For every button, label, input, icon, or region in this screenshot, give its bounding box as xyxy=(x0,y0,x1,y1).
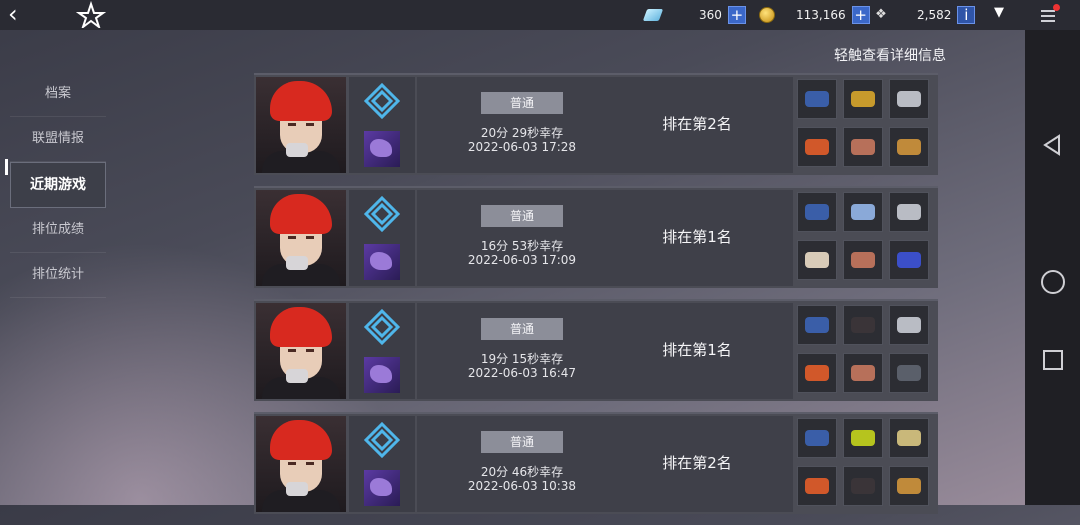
character-portrait xyxy=(256,303,346,399)
equipment-item-icon[interactable] xyxy=(889,127,929,167)
equipment-item-icon[interactable] xyxy=(889,353,929,393)
crest-resource: ❖ 2,582 i xyxy=(873,4,976,26)
add-gem-button[interactable]: + xyxy=(727,6,746,24)
coin-resource: 113,166 + xyxy=(759,4,870,26)
companion-icon xyxy=(364,357,400,393)
survival-time: 19分 15秒幸存 xyxy=(480,352,564,366)
equipment-item-icon[interactable] xyxy=(797,305,837,345)
match-list: 普通 20分 29秒幸存 2022-06-03 17:28 排在第2名 普通 1… xyxy=(254,73,938,525)
match-info: 普通 20分 29秒幸存 2022-06-03 17:28 排在第2名 xyxy=(417,77,793,173)
match-badges xyxy=(349,190,415,286)
gem-icon xyxy=(642,9,664,21)
equipment-item-icon[interactable] xyxy=(889,192,929,232)
notification-dot xyxy=(1053,4,1060,11)
survival-time: 20分 46秒幸存 xyxy=(480,465,564,479)
crest-count: 2,582 xyxy=(917,8,952,22)
item-grid xyxy=(797,79,933,171)
equipment-item-icon[interactable] xyxy=(843,240,883,280)
match-timestamp: 2022-06-03 17:09 xyxy=(467,253,577,267)
match-timestamp: 2022-06-03 16:47 xyxy=(467,366,577,380)
equipment-item-icon[interactable] xyxy=(843,353,883,393)
top-bar: ‹ 360 + 113,166 + ❖ 2,582 i ▼ xyxy=(0,0,1080,30)
equipment-item-icon[interactable] xyxy=(843,305,883,345)
item-grid xyxy=(797,418,933,510)
equipment-item-icon[interactable] xyxy=(889,79,929,119)
equipment-item-icon[interactable] xyxy=(797,127,837,167)
character-portrait xyxy=(256,416,346,512)
equipment-item-icon[interactable] xyxy=(797,240,837,280)
match-row[interactable]: 普通 16分 53秒幸存 2022-06-03 17:09 排在第1名 xyxy=(254,186,938,288)
sidebar-item-ranked-stats[interactable]: 排位统计 xyxy=(10,253,106,298)
equipment-item-icon[interactable] xyxy=(797,418,837,458)
character-portrait xyxy=(256,77,346,173)
match-row[interactable]: 普通 19分 15秒幸存 2022-06-03 16:47 排在第1名 xyxy=(254,299,938,401)
companion-icon xyxy=(364,470,400,506)
placement-rank: 排在第2名 xyxy=(662,454,732,472)
match-timestamp: 2022-06-03 10:38 xyxy=(467,479,577,493)
crest-icon: ❖ xyxy=(875,7,887,22)
diamond-emblem-icon xyxy=(364,196,400,232)
placement-rank: 排在第1名 xyxy=(662,228,732,246)
item-grid xyxy=(797,192,933,284)
match-info: 普通 20分 46秒幸存 2022-06-03 10:38 排在第2名 xyxy=(417,416,793,512)
system-nav-bar xyxy=(1025,30,1080,505)
placement-rank: 排在第2名 xyxy=(662,115,732,133)
item-grid xyxy=(797,305,933,397)
character-portrait xyxy=(256,190,346,286)
survival-time: 20分 29秒幸存 xyxy=(480,126,564,140)
coin-icon xyxy=(759,7,775,23)
equipment-item-icon[interactable] xyxy=(889,466,929,506)
diamond-emblem-icon xyxy=(364,83,400,119)
tap-hint: 轻触查看详细信息 xyxy=(834,48,946,64)
equipment-item-icon[interactable] xyxy=(797,79,837,119)
equipment-item-icon[interactable] xyxy=(843,192,883,232)
survival-time: 16分 53秒幸存 xyxy=(480,239,564,253)
equipment-item-icon[interactable] xyxy=(843,127,883,167)
match-badges xyxy=(349,77,415,173)
nav-recent-icon[interactable] xyxy=(1043,350,1063,370)
equipment-item-icon[interactable] xyxy=(843,418,883,458)
diamond-emblem-icon xyxy=(364,422,400,458)
match-row[interactable]: 普通 20分 46秒幸存 2022-06-03 10:38 排在第2名 xyxy=(254,412,938,514)
sidebar-item-alliance-info[interactable]: 联盟情报 xyxy=(10,117,106,162)
nav-back-icon[interactable] xyxy=(1041,134,1063,156)
match-row[interactable]: 普通 20分 29秒幸存 2022-06-03 17:28 排在第2名 xyxy=(254,73,938,175)
mode-badge: 普通 xyxy=(481,318,563,340)
equipment-item-icon[interactable] xyxy=(843,79,883,119)
gem-count: 360 xyxy=(699,8,722,22)
gem-resource: 360 + xyxy=(642,4,746,26)
companion-icon xyxy=(364,244,400,280)
companion-icon xyxy=(364,131,400,167)
match-info: 普通 19分 15秒幸存 2022-06-03 16:47 排在第1名 xyxy=(417,303,793,399)
add-coin-button[interactable]: + xyxy=(851,6,870,24)
mode-badge: 普通 xyxy=(481,92,563,114)
equipment-item-icon[interactable] xyxy=(889,305,929,345)
equipment-item-icon[interactable] xyxy=(889,240,929,280)
sidebar-item-profile[interactable]: 档案 xyxy=(10,72,106,117)
dropdown-caret-icon[interactable]: ▼ xyxy=(994,6,1008,20)
equipment-item-icon[interactable] xyxy=(889,418,929,458)
mode-badge: 普通 xyxy=(481,431,563,453)
placement-rank: 排在第1名 xyxy=(662,341,732,359)
back-button[interactable]: ‹ xyxy=(8,2,36,28)
menu-button[interactable] xyxy=(1038,4,1060,26)
match-badges xyxy=(349,416,415,512)
match-timestamp: 2022-06-03 17:28 xyxy=(467,140,577,154)
match-badges xyxy=(349,303,415,399)
match-info: 普通 16分 53秒幸存 2022-06-03 17:09 排在第1名 xyxy=(417,190,793,286)
equipment-item-icon[interactable] xyxy=(797,192,837,232)
coin-count: 113,166 xyxy=(796,8,846,22)
sidebar-item-ranked-results[interactable]: 排位成绩 xyxy=(10,208,106,253)
sidebar-item-recent-games[interactable]: 近期游戏 xyxy=(5,159,106,208)
equipment-item-icon[interactable] xyxy=(843,466,883,506)
nav-home-icon[interactable] xyxy=(1041,270,1065,294)
star-logo-icon xyxy=(76,0,106,28)
info-button[interactable]: i xyxy=(957,6,976,24)
equipment-item-icon[interactable] xyxy=(797,353,837,393)
mode-badge: 普通 xyxy=(481,205,563,227)
diamond-emblem-icon xyxy=(364,309,400,345)
sidebar: 档案 联盟情报 近期游戏 排位成绩 排位统计 xyxy=(5,72,106,298)
equipment-item-icon[interactable] xyxy=(797,466,837,506)
